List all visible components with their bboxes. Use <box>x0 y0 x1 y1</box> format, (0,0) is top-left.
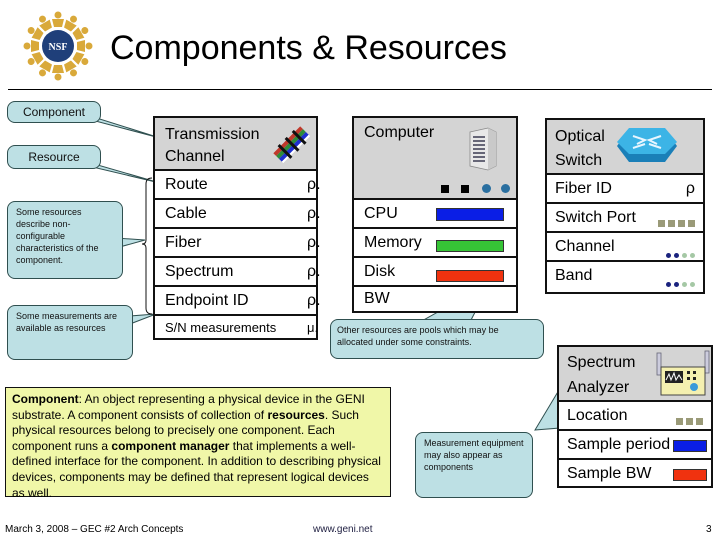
callout-pools: Other resources are pools which may be a… <box>330 319 544 359</box>
sample-bw-bar <box>673 469 707 481</box>
row-label: Cable <box>165 205 207 222</box>
definition-bold-resources: resources <box>267 407 325 422</box>
svg-text:NSF: NSF <box>49 42 68 53</box>
optical-switch-panel: Optical Switch Fiber ID ρ Switch Port Ch… <box>545 118 705 294</box>
spectrum-analyzer-title-line2: Analyzer <box>567 379 630 396</box>
callout-resource: Resource <box>7 145 101 169</box>
computer-row-memory: Memory <box>354 229 516 258</box>
row-label: Sample period <box>567 436 671 453</box>
transmission-channel-title-line2: Channel <box>165 148 225 165</box>
os-row-band: Band <box>547 262 703 291</box>
optical-switch-title-line2: Switch <box>555 152 603 169</box>
computer-title: Computer <box>364 124 435 141</box>
row-symbol: μ. <box>307 320 319 335</box>
sa-row-sample-bw: Sample BW <box>559 460 711 487</box>
row-label: Switch Port <box>555 209 636 226</box>
sa-row-location: Location <box>559 402 711 431</box>
tc-row-sn-measurements: S/N measurements μ. <box>155 316 319 340</box>
sample-period-bar <box>673 440 707 452</box>
definition-bold-component-manager: component manager <box>111 438 230 453</box>
page-number: 3 <box>706 524 712 535</box>
transmission-channel-title-line1: Transmission <box>165 126 260 143</box>
computer-status-indicators <box>433 180 510 198</box>
footer-date-event: March 3, 2008 – GEC #2 Arch Concepts <box>5 524 184 535</box>
row-label: Memory <box>364 234 422 251</box>
optical-switch-title-line1: Optical <box>555 128 605 145</box>
nsf-logo-icon: NSF <box>23 11 93 81</box>
row-symbol: ρ. <box>307 263 321 280</box>
disk-bar <box>436 270 504 282</box>
sa-row-sample-period: Sample period <box>559 431 711 460</box>
cable-bundle-icon <box>273 126 311 164</box>
os-row-switch-port: Switch Port <box>547 204 703 233</box>
row-label: Disk <box>364 263 396 280</box>
row-label: Channel <box>555 238 615 255</box>
globe-indicator <box>501 184 510 193</box>
os-row-channel: Channel <box>547 233 703 262</box>
cpu-bar <box>436 208 504 221</box>
row-symbol: ρ <box>685 180 695 197</box>
memory-bar <box>436 240 504 252</box>
globe-indicator <box>481 184 491 193</box>
row-label: Location <box>567 407 628 424</box>
title-divider <box>8 89 712 90</box>
square-indicator <box>461 185 470 193</box>
computer-panel: Computer CPU Memory Disk BW <box>352 116 518 313</box>
row-label: CPU <box>364 205 398 222</box>
square-indicator <box>440 185 449 193</box>
spectrum-analyzer-title-line1: Spectrum <box>567 354 636 371</box>
footer-website[interactable]: www.geni.net <box>313 524 372 535</box>
row-label: Route <box>165 176 208 193</box>
server-tower-icon <box>469 127 497 171</box>
row-label: S/N measurements <box>165 320 277 335</box>
component-definition: Component: An object representing a phys… <box>5 387 391 500</box>
computer-row-disk: Disk <box>354 258 516 287</box>
os-row-fiber-id: Fiber ID ρ <box>547 175 703 204</box>
tc-row-fiber: Fiber ρ. <box>155 229 321 258</box>
tc-row-route: Route ρ. <box>155 171 321 200</box>
row-symbol: ρ. <box>307 205 321 222</box>
callout-non-configurable: Some resources describe non-configurable… <box>7 201 123 279</box>
square-indicators <box>655 214 695 232</box>
square-indicators <box>673 412 703 430</box>
row-symbol: ρ. <box>307 292 321 309</box>
slide-title: Components & Resources <box>110 29 507 67</box>
computer-row-cpu: CPU <box>354 200 516 229</box>
tc-row-spectrum: Spectrum ρ. <box>155 258 321 287</box>
row-symbol: ρ. <box>307 234 321 251</box>
callout-component: Component <box>7 101 101 123</box>
definition-term: Component <box>12 392 79 406</box>
row-label: Fiber ID <box>555 180 612 197</box>
row-label: Spectrum <box>165 263 234 280</box>
row-symbol: ρ. <box>307 176 321 193</box>
transmission-channel-panel: Transmission Channel Route ρ. Cable ρ. F… <box>153 116 321 340</box>
row-label: Band <box>555 267 593 284</box>
dot-indicators <box>663 274 695 292</box>
router-switch-icon <box>617 128 677 162</box>
row-label: Fiber <box>165 234 202 251</box>
row-label: Sample BW <box>567 465 652 482</box>
row-label: BW <box>364 290 390 307</box>
spectrum-analyzer-icon <box>656 350 710 396</box>
tc-row-endpoint-id: Endpoint ID ρ. <box>155 287 321 316</box>
spectrum-analyzer-panel: Spectrum Analyzer Location Sample period… <box>557 345 713 488</box>
callout-measurement-equipment: Measurement equipment may also appear as… <box>415 432 533 498</box>
row-label: Endpoint ID <box>165 292 249 309</box>
callout-measurements: Some measurements are available as resou… <box>7 305 133 360</box>
tc-row-cable: Cable ρ. <box>155 200 321 229</box>
dot-indicators <box>663 245 695 263</box>
computer-row-bw: BW <box>354 287 516 311</box>
